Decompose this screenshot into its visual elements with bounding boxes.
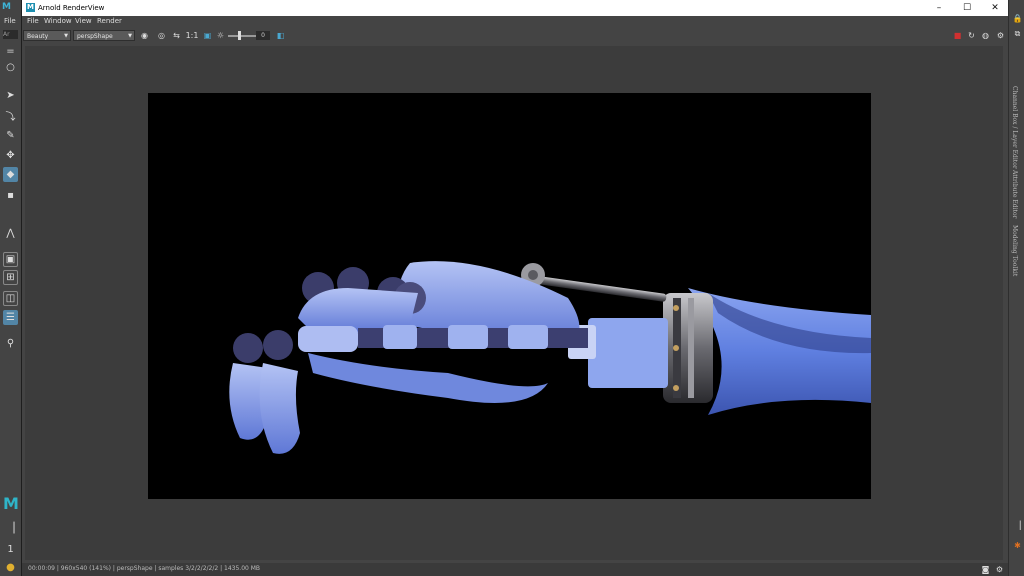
menu-bar: File Window View Render [22,16,1009,28]
dot-icon[interactable]: ○ [3,60,18,75]
input-field-icon[interactable]: ▕ [3,521,18,536]
close-button[interactable]: ✕ [981,0,1009,16]
single-pane-icon[interactable]: ▣ [3,252,18,267]
four-pane-icon[interactable]: ⊞ [3,270,18,285]
two-pane-icon[interactable]: ◫ [3,291,18,306]
render-image [148,93,871,499]
color-correct-icon[interactable]: ◧ [275,30,286,41]
window-title: Arnold RenderView [38,4,105,12]
chevron-down-icon: ▼ [64,33,68,39]
status-bar: 00:00:09 | 960x540 (141%) | perspShape |… [22,563,1009,576]
record-circle-icon[interactable]: ◉ [139,30,150,41]
move-tool-icon[interactable]: ✥ [3,148,18,163]
frame-crop-icon[interactable]: ▣ [202,30,213,41]
menu-window[interactable]: Window [44,17,72,25]
camera-value: perspShape [77,33,113,40]
render-viewport[interactable] [25,46,1003,560]
rgb-channel-icon[interactable]: ◎ [156,30,167,41]
number-field-icon[interactable]: 1 [3,542,18,557]
aov-value: Beauty [27,33,49,40]
maya-mode-field[interactable]: Ar [3,30,18,39]
render-toolbar: Beauty ▼ perspShape ▼ ◉ ◎ ⇆ 1:1 ▣ ☼ 0 ◧ … [22,28,1009,44]
stop-render-icon[interactable]: ■ [952,30,963,41]
exposure-value-field[interactable]: 0 [256,31,270,40]
app-icon: M [26,3,35,12]
snapshot-icon[interactable]: ◙ [980,564,991,575]
maya-file-menu[interactable]: File [4,17,16,25]
lock-icon[interactable]: 🔒 [1012,13,1023,24]
exposure-slider-handle[interactable] [238,31,241,40]
aov-dropdown[interactable]: Beauty ▼ [23,30,71,41]
menu-file[interactable]: File [27,17,39,25]
camera-dropdown[interactable]: perspShape ▼ [73,30,135,41]
outliner-pane-icon[interactable]: ☰ [3,310,18,325]
menu-render[interactable]: Render [97,17,122,25]
menu-view[interactable]: View [75,17,92,25]
maya-logo: M [3,494,19,513]
settings-gear-icon[interactable]: ⚙ [995,30,1006,41]
maya-right-panel: 🔒 ⧉ Channel Box / Layer Editor Attribute… [1008,0,1024,576]
soft-select-icon[interactable]: ⋀ [3,226,18,241]
scale-tool-icon[interactable]: ▪ [3,188,18,203]
robot-hand-render [148,93,871,499]
paint-select-icon[interactable]: ✎ [3,128,18,143]
rotate-tool-icon[interactable]: ◆ [3,167,18,182]
zoom-1-1-button[interactable]: 1:1 [185,30,199,41]
maximize-button[interactable]: ☐ [953,0,981,16]
ipr-icon[interactable]: ◍ [980,30,991,41]
maya-left-toolbox: M File Ar = ○ ➤ ⤵ ✎ ✥ ◆ ▪ ⋀ ▣ ⊞ ◫ ☰ ⚲ M … [0,0,22,576]
refresh-arrows-icon[interactable]: ⇆ [171,30,182,41]
panel-toggle-icon[interactable]: ▕ [1012,520,1023,531]
status-gear-icon[interactable]: ⚙ [994,564,1005,575]
layout-toggle-icon[interactable]: = [3,44,18,59]
window-titlebar[interactable]: M Arnold RenderView – ☐ ✕ [22,0,1009,16]
maya-m-icon: M [2,2,11,12]
tab-modeling-toolkit[interactable]: Modeling Toolkit [1011,225,1018,276]
exposure-sun-icon[interactable]: ☼ [215,30,226,41]
arnold-renderview-window: M Arnold RenderView – ☐ ✕ File Window Vi… [21,0,1010,576]
zoom-tool-icon[interactable]: ⚲ [3,336,18,351]
exposure-slider-track[interactable] [228,35,256,37]
notification-icon[interactable]: ✱ [1012,540,1023,551]
lasso-tool-icon[interactable]: ⤵ [3,108,18,123]
minimize-button[interactable]: – [925,0,953,16]
chevron-down-icon: ▼ [128,33,132,39]
layers-icon[interactable]: ⧉ [1012,28,1023,39]
tab-attribute-editor[interactable]: Attribute Editor [1011,170,1018,218]
select-tool-icon[interactable]: ➤ [3,88,18,103]
render-status-text: 00:00:09 | 960x540 (141%) | perspShape |… [28,565,261,572]
tab-channel-box[interactable]: Channel Box / Layer Editor [1011,86,1018,169]
help-icon[interactable]: ● [3,560,18,575]
refresh-render-icon[interactable]: ↻ [966,30,977,41]
